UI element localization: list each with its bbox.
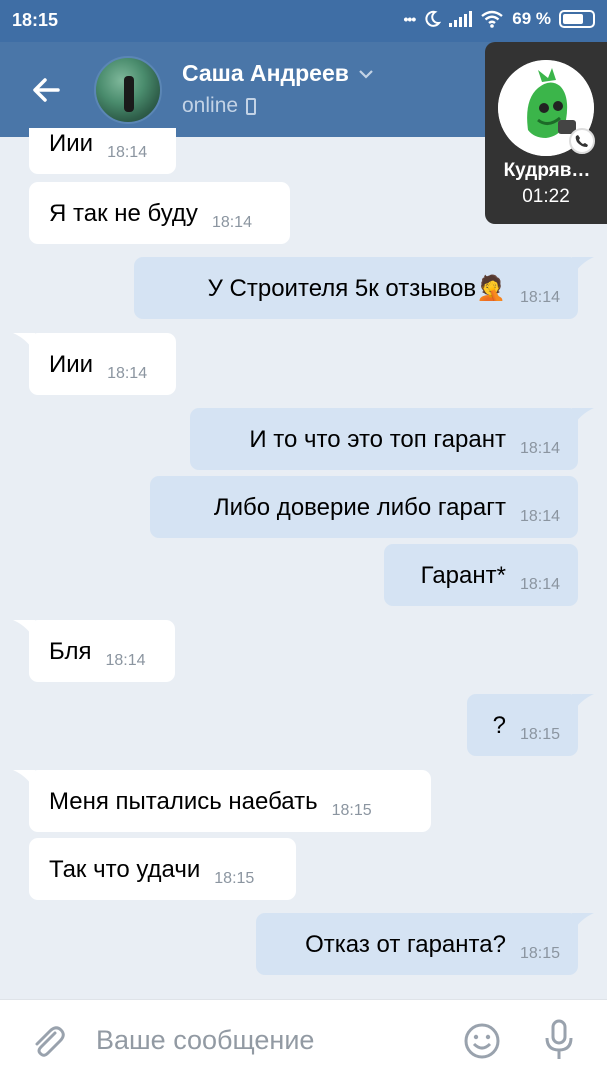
- message-text: Так что удачи: [49, 856, 201, 883]
- microphone-icon[interactable]: [542, 1018, 576, 1062]
- bubble-tail: [572, 408, 594, 428]
- message-time: 18:14: [519, 440, 560, 457]
- status-bar: 18:15 ••• 69 %: [0, 0, 607, 42]
- message-time: 18:15: [519, 726, 560, 743]
- smiley-icon[interactable]: [463, 1022, 501, 1060]
- contact-status-label: online: [182, 94, 239, 117]
- message-text: Иии: [49, 130, 94, 157]
- message-time: 18:14: [519, 508, 560, 525]
- outgoing-message[interactable]: ? 18:15: [467, 694, 594, 756]
- moon-icon: [425, 10, 442, 27]
- composer: Ваше сообщение: [0, 999, 607, 1080]
- contact-name-label: Саша Андреев: [182, 60, 349, 86]
- message-time: 18:14: [211, 214, 252, 231]
- message-text: Гарант*: [420, 562, 506, 589]
- signal-icon: [449, 11, 473, 27]
- message-time: 18:14: [105, 652, 146, 669]
- chevron-down-icon: [359, 69, 373, 79]
- bubble-tail: [572, 913, 594, 933]
- message-text: ?: [492, 712, 506, 739]
- outgoing-message[interactable]: Гарант* 18:14: [384, 544, 578, 606]
- message-text: Меня пытались наебать: [49, 788, 318, 815]
- battery-percent: 69 %: [512, 9, 551, 28]
- call-phone-icon: [569, 128, 595, 154]
- call-overlay[interactable]: Кудряв… 01:22: [485, 42, 607, 224]
- message-text: Отказ от гаранта?: [305, 931, 506, 958]
- message-time: 18:15: [519, 945, 560, 962]
- outgoing-message[interactable]: Отказ от гаранта? 18:15: [256, 913, 594, 975]
- message-time: 18:15: [331, 802, 372, 819]
- message-text: Бля: [49, 638, 92, 665]
- incoming-message[interactable]: Иии 18:14: [29, 128, 176, 174]
- message-text: Я так не буду: [49, 200, 198, 227]
- message-time: 18:14: [519, 576, 560, 593]
- incoming-message[interactable]: Так что удачи 18:15: [29, 838, 296, 900]
- battery-icon: [559, 10, 595, 28]
- status-time: 18:15: [12, 10, 59, 30]
- bubble-tail: [13, 620, 35, 640]
- message-time: 18:15: [214, 870, 255, 887]
- bubble-tail: [13, 770, 35, 790]
- message-time: 18:14: [107, 365, 148, 382]
- contact-status: online: [182, 94, 257, 118]
- notification-dots: •••: [403, 11, 417, 27]
- arrow-left-icon[interactable]: [26, 70, 66, 110]
- paperclip-icon[interactable]: [28, 1022, 68, 1062]
- bubble-tail: [13, 333, 35, 353]
- bubble-tail: [572, 694, 594, 714]
- call-duration: 01:22: [522, 186, 570, 207]
- message-text: Иии: [49, 351, 94, 378]
- wifi-icon: [481, 10, 503, 28]
- avatar-figure: [124, 76, 134, 112]
- outgoing-message[interactable]: И то что это топ гарант 18:14: [190, 408, 594, 470]
- outgoing-message[interactable]: Либо доверие либо гарагт 18:14: [150, 476, 578, 538]
- message-text: И то что это топ гарант: [249, 426, 506, 453]
- incoming-message[interactable]: Бля 18:14: [13, 620, 175, 682]
- outgoing-message[interactable]: У Строителя 5к отзывов🤦 18:14: [134, 257, 594, 319]
- incoming-message[interactable]: Меня пытались наебать 18:15: [13, 770, 431, 832]
- incoming-message[interactable]: Иии 18:14: [13, 333, 176, 395]
- contact-name[interactable]: Саша Андреев: [182, 60, 375, 87]
- incoming-message[interactable]: Я так не буду 18:14: [29, 182, 290, 244]
- message-text: Либо доверие либо гарагт: [213, 494, 506, 521]
- message-time: 18:14: [107, 144, 148, 161]
- message-input[interactable]: Ваше сообщение: [96, 1025, 314, 1056]
- avatar[interactable]: [94, 56, 162, 124]
- message-text: У Строителя 5к отзывов🤦: [207, 275, 506, 302]
- message-time: 18:14: [519, 289, 560, 306]
- status-icons: ••• 69 %: [404, 9, 595, 29]
- bubble-tail: [572, 257, 594, 277]
- call-name: Кудряв…: [503, 160, 591, 181]
- phone-icon: [246, 97, 257, 115]
